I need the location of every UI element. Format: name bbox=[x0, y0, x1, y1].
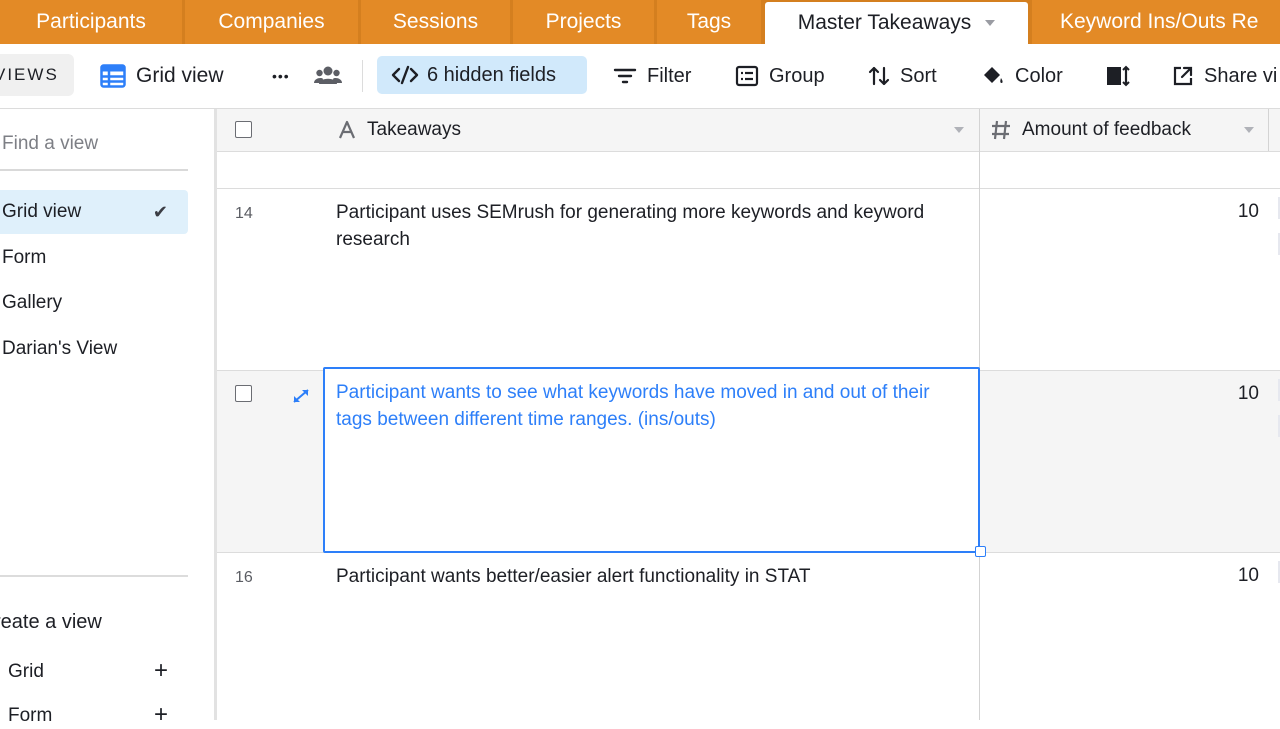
sort-icon bbox=[868, 65, 890, 87]
views-sidebar: Find a view Grid view ✔ Form Gallery Dar… bbox=[0, 109, 217, 728]
filter-button[interactable]: Filter bbox=[613, 58, 691, 94]
create-grid-view[interactable]: Grid + bbox=[8, 657, 168, 684]
search-underline bbox=[0, 169, 188, 171]
select-all-checkbox[interactable] bbox=[235, 121, 252, 138]
amount-cell[interactable]: 10 bbox=[1238, 383, 1259, 405]
hidden-fields-button[interactable]: 6 hidden fields bbox=[377, 56, 587, 94]
sidebar-divider bbox=[0, 575, 188, 577]
tab-label: Master Takeaways bbox=[797, 11, 972, 34]
paint-bucket-icon bbox=[981, 65, 1005, 87]
tab-projects[interactable]: Projects bbox=[513, 0, 654, 44]
tab-keyword-ins-outs[interactable]: Keyword Ins/Outs Re bbox=[1032, 0, 1280, 44]
tab-participants[interactable]: Participants bbox=[0, 0, 182, 44]
view-name: Grid view bbox=[136, 64, 224, 87]
records-grid: Takeaways Amount of feedback 14 Particip… bbox=[217, 109, 1280, 720]
group-icon bbox=[735, 65, 759, 87]
tab-label: Tags bbox=[686, 10, 732, 33]
chevron-down-icon[interactable] bbox=[954, 127, 964, 133]
takeaway-cell[interactable]: Participant uses SEMrush for generating … bbox=[336, 199, 956, 253]
row-checkbox[interactable] bbox=[235, 385, 252, 402]
filter-label: Filter bbox=[647, 64, 692, 87]
active-cell-editor[interactable]: Participant wants to see what keywords h… bbox=[323, 367, 980, 553]
amount-cell[interactable]: 10 bbox=[1238, 201, 1259, 223]
plus-icon: + bbox=[153, 657, 168, 684]
collaborators-icon[interactable] bbox=[314, 58, 342, 94]
row-number: 14 bbox=[235, 205, 253, 222]
tab-tags[interactable]: Tags bbox=[657, 0, 761, 44]
view-switcher[interactable]: Grid view bbox=[100, 58, 224, 94]
share-view-button[interactable]: Share vi bbox=[1172, 58, 1277, 94]
hidden-fields-label: 6 hidden fields bbox=[427, 63, 556, 86]
toolbar-divider bbox=[362, 60, 363, 92]
table-row[interactable]: 16 Participant wants better/easier alert… bbox=[217, 553, 1280, 720]
create-item-label: Form bbox=[8, 705, 53, 726]
create-item-label: Grid bbox=[8, 661, 44, 682]
hide-fields-icon bbox=[391, 65, 419, 85]
group-button[interactable]: Group bbox=[735, 58, 825, 94]
view-item-grid-view[interactable]: Grid view ✔ bbox=[0, 190, 188, 234]
tab-master-takeaways[interactable]: Master Takeaways bbox=[765, 2, 1028, 44]
text-field-icon bbox=[337, 120, 357, 140]
checkmark-icon: ✔ bbox=[152, 202, 168, 222]
column-label: Amount of feedback bbox=[1022, 119, 1191, 140]
row-number: 16 bbox=[235, 569, 253, 586]
tab-label: Projects bbox=[545, 10, 622, 33]
view-item-label: Form bbox=[2, 247, 47, 268]
row-height-icon bbox=[1106, 65, 1130, 87]
plus-icon: + bbox=[153, 701, 168, 728]
create-view-heading: reate a view bbox=[0, 611, 102, 633]
column-label: Takeaways bbox=[367, 119, 461, 140]
grid-header: Takeaways Amount of feedback bbox=[217, 109, 1280, 152]
tab-companies[interactable]: Companies bbox=[185, 0, 358, 44]
fill-handle[interactable] bbox=[975, 546, 986, 557]
more-options-button[interactable]: ••• bbox=[272, 58, 290, 94]
takeaway-cell-text[interactable]: Participant wants to see what keywords h… bbox=[336, 379, 956, 433]
table-row[interactable] bbox=[217, 152, 1280, 189]
color-button[interactable]: Color bbox=[981, 58, 1063, 94]
views-sidebar-toggle[interactable]: VIEWS bbox=[0, 54, 74, 96]
tab-label: Companies bbox=[218, 10, 325, 33]
row-height-button[interactable] bbox=[1106, 58, 1140, 94]
sort-button[interactable]: Sort bbox=[868, 58, 937, 94]
tab-label: Sessions bbox=[392, 10, 479, 33]
view-item-label: Grid view bbox=[2, 201, 82, 222]
column-divider bbox=[1268, 109, 1269, 151]
takeaway-cell[interactable]: Participant wants better/easier alert fu… bbox=[336, 563, 956, 590]
table-tab-bar: Participants Companies Sessions Projects… bbox=[0, 0, 1280, 44]
column-header-takeaways[interactable]: Takeaways bbox=[337, 109, 461, 151]
create-form-view[interactable]: Form + bbox=[8, 701, 168, 728]
view-item-form[interactable]: Form bbox=[0, 236, 188, 280]
view-item-label: Gallery bbox=[2, 292, 63, 313]
view-item-label: Darian's View bbox=[2, 338, 118, 359]
sort-label: Sort bbox=[900, 64, 937, 87]
find-view-input[interactable]: Find a view bbox=[2, 133, 98, 155]
view-toolbar: VIEWS Grid view ••• 6 hidden fields Filt… bbox=[0, 44, 1280, 109]
color-label: Color bbox=[1015, 64, 1063, 87]
filter-icon bbox=[613, 66, 637, 86]
grid-view-icon bbox=[100, 64, 126, 88]
chevron-down-icon[interactable] bbox=[1244, 127, 1254, 133]
number-field-icon bbox=[990, 119, 1012, 141]
share-label: Share vi bbox=[1204, 64, 1278, 87]
column-header-amount-of-feedback[interactable]: Amount of feedback bbox=[990, 109, 1191, 151]
chevron-down-icon[interactable] bbox=[985, 20, 996, 27]
group-label: Group bbox=[769, 64, 825, 87]
share-icon bbox=[1172, 65, 1194, 87]
view-item-darians-view[interactable]: Darian's View bbox=[0, 327, 188, 371]
view-item-gallery[interactable]: Gallery bbox=[0, 281, 188, 325]
table-row[interactable]: 14 Participant uses SEMrush for generati… bbox=[217, 189, 1280, 371]
tab-sessions[interactable]: Sessions bbox=[361, 0, 510, 44]
amount-cell[interactable]: 10 bbox=[1238, 565, 1259, 587]
tab-label: Keyword Ins/Outs Re bbox=[1060, 10, 1259, 33]
expand-record-icon[interactable] bbox=[293, 389, 309, 408]
tab-label: Participants bbox=[36, 10, 146, 33]
